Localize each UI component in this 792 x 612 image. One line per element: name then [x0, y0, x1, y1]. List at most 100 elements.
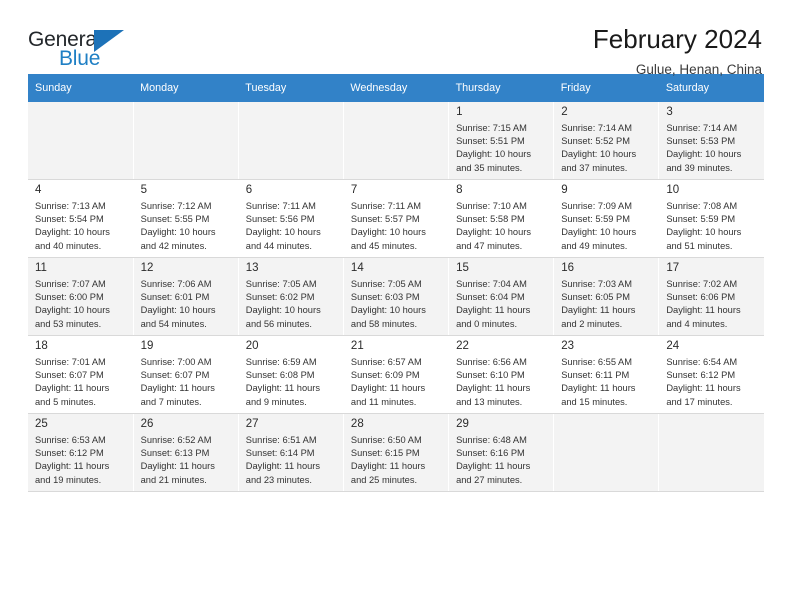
- calendar-day-cell[interactable]: 25 Sunrise: 6:53 AM Sunset: 6:12 PM Dayligh…: [28, 413, 134, 493]
- sunset-text: Sunset: 6:00 PM: [35, 291, 104, 302]
- day-number: 2: [561, 106, 568, 118]
- day-cell-content: 7 Sunrise: 7:11 AM Sunset: 5:57 PM Daylight…: [344, 180, 448, 257]
- day-number: 20: [245, 340, 259, 353]
- daylight-text-line2: and 40 minutes.: [35, 240, 102, 251]
- calendar-day-cell[interactable]: 29 Sunrise: 6:48 AM Sunset: 6:16 PM Dayligh…: [448, 413, 555, 493]
- daylight-text-line1: Daylight: 11 hours: [245, 383, 321, 394]
- sunset-text: Sunset: 5:59 PM: [666, 213, 736, 224]
- daylight-text-line1: Daylight: 10 hours: [350, 227, 426, 238]
- calendar-day-cell[interactable]: 10 Sunrise: 7:08 AM Sunset: 5:59 PM Dayligh…: [658, 179, 764, 259]
- daylight-text-line1: Daylight: 11 hours: [140, 383, 215, 394]
- calendar-day-cell[interactable]: 23 Sunrise: 6:55 AM Sunset: 6:11 PM Dayligh…: [553, 335, 660, 415]
- logo-text-blue: Blue: [59, 47, 101, 70]
- calendar-week-row: 18 Sunrise: 7:01 AM Sunset: 6:07 PM Dayligh…: [28, 335, 764, 415]
- sunset-text: Sunset: 6:07 PM: [140, 369, 210, 380]
- weekday-header-thursday: Thursday: [448, 74, 554, 102]
- sunset-text: Sunset: 6:09 PM: [350, 369, 420, 380]
- calendar-week-row: 25 Sunrise: 6:53 AM Sunset: 6:12 PM Dayligh…: [28, 413, 764, 493]
- sunrise-text: Sunrise: 7:06 AM: [140, 278, 212, 289]
- day-number: 21: [350, 340, 364, 353]
- day-cell-content: 10 Sunrise: 7:08 AM Sunset: 5:59 PM Dayligh…: [659, 180, 764, 257]
- daylight-text-line1: Daylight: 11 hours: [350, 461, 426, 472]
- daylight-text-line1: Daylight: 10 hours: [666, 149, 742, 160]
- calendar-empty-cell: [238, 102, 344, 181]
- day-cell-content: 29 Sunrise: 6:48 AM Sunset: 6:16 PM Dayligh…: [449, 414, 553, 491]
- sunset-text: Sunset: 6:13 PM: [140, 447, 210, 458]
- day-number: 13: [245, 262, 259, 275]
- calendar-day-cell[interactable]: 7 Sunrise: 7:11 AM Sunset: 5:57 PM Daylight…: [343, 179, 450, 259]
- daylight-text-line1: Daylight: 10 hours: [245, 305, 321, 316]
- daylight-text-line1: Daylight: 11 hours: [35, 461, 110, 472]
- calendar-day-cell[interactable]: 27 Sunrise: 6:51 AM Sunset: 6:14 PM Dayligh…: [238, 413, 344, 493]
- day-cell-content: 4 Sunrise: 7:13 AM Sunset: 5:54 PM Daylight…: [28, 180, 133, 257]
- day-number: 15: [456, 262, 469, 275]
- day-cell-content: 23 Sunrise: 6:55 AM Sunset: 6:11 PM Dayligh…: [554, 336, 658, 413]
- daylight-text-line2: and 0 minutes.: [456, 318, 518, 329]
- title-block: February 2024 Gulue, Henan, China: [593, 25, 764, 78]
- day-number: 16: [561, 262, 574, 275]
- sunset-text: Sunset: 5:53 PM: [666, 135, 736, 146]
- calendar-day-cell[interactable]: 5 Sunrise: 7:12 AM Sunset: 5:55 PM Daylight…: [133, 179, 239, 259]
- daylight-text-line2: and 9 minutes.: [245, 396, 307, 407]
- calendar-empty-cell: [28, 102, 134, 181]
- calendar-day-cell[interactable]: 2 Sunrise: 7:14 AM Sunset: 5:52 PM Daylight…: [553, 102, 660, 181]
- day-cell-content: 1 Sunrise: 7:15 AM Sunset: 5:51 PM Daylight…: [449, 102, 553, 179]
- daylight-text-line2: and 25 minutes.: [350, 474, 418, 485]
- calendar-header-row: Sunday Monday Tuesday Wednesday Thursday…: [28, 74, 764, 102]
- calendar-day-cell[interactable]: 18 Sunrise: 7:01 AM Sunset: 6:07 PM Dayligh…: [28, 335, 134, 415]
- sunrise-text: Sunrise: 7:09 AM: [561, 200, 633, 211]
- calendar-day-cell[interactable]: 15 Sunrise: 7:04 AM Sunset: 6:04 PM Dayligh…: [448, 257, 555, 337]
- daylight-text-line2: and 2 minutes.: [561, 318, 623, 329]
- sunrise-text: Sunrise: 7:07 AM: [35, 278, 106, 289]
- calendar-day-cell[interactable]: 16 Sunrise: 7:03 AM Sunset: 6:05 PM Dayligh…: [553, 257, 660, 337]
- daylight-text-line2: and 58 minutes.: [350, 318, 418, 329]
- calendar-page: General Blue February 2024 Gulue, Henan,…: [0, 0, 792, 612]
- calendar-day-cell[interactable]: 19 Sunrise: 7:00 AM Sunset: 6:07 PM Dayligh…: [133, 335, 239, 415]
- daylight-text-line2: and 27 minutes.: [456, 474, 523, 485]
- day-number: 5: [140, 184, 148, 197]
- calendar-day-cell[interactable]: 1 Sunrise: 7:15 AM Sunset: 5:51 PM Daylight…: [448, 102, 555, 181]
- calendar-day-cell[interactable]: 4 Sunrise: 7:13 AM Sunset: 5:54 PM Daylight…: [28, 179, 134, 259]
- daylight-text-line2: and 39 minutes.: [666, 162, 733, 173]
- calendar-day-cell[interactable]: 17 Sunrise: 7:02 AM Sunset: 6:06 PM Dayligh…: [658, 257, 764, 337]
- calendar-week-row: 11 Sunrise: 7:07 AM Sunset: 6:00 PM Dayligh…: [28, 257, 764, 337]
- general-blue-logo[interactable]: General Blue: [28, 26, 138, 72]
- calendar-day-cell[interactable]: 13 Sunrise: 7:05 AM Sunset: 6:02 PM Dayligh…: [238, 257, 344, 337]
- daylight-text-line1: Daylight: 10 hours: [456, 227, 531, 238]
- day-number: 24: [666, 340, 680, 353]
- calendar-day-cell[interactable]: 12 Sunrise: 7:06 AM Sunset: 6:01 PM Dayligh…: [133, 257, 239, 337]
- calendar-day-cell[interactable]: 6 Sunrise: 7:11 AM Sunset: 5:56 PM Daylight…: [238, 179, 344, 259]
- daylight-text-line1: Daylight: 11 hours: [561, 305, 636, 316]
- day-number: 7: [350, 184, 358, 197]
- sunset-text: Sunset: 5:59 PM: [561, 213, 630, 224]
- sunset-text: Sunset: 6:05 PM: [561, 291, 630, 302]
- day-cell-content: 17 Sunrise: 7:02 AM Sunset: 6:06 PM Dayligh…: [659, 258, 764, 335]
- calendar-day-cell[interactable]: 22 Sunrise: 6:56 AM Sunset: 6:10 PM Dayligh…: [448, 335, 555, 415]
- calendar-day-cell[interactable]: 11 Sunrise: 7:07 AM Sunset: 6:00 PM Dayligh…: [28, 257, 134, 337]
- calendar-day-cell[interactable]: 28 Sunrise: 6:50 AM Sunset: 6:15 PM Dayligh…: [343, 413, 450, 493]
- calendar-week-row: 4 Sunrise: 7:13 AM Sunset: 5:54 PM Daylight…: [28, 179, 764, 259]
- sunrise-text: Sunrise: 7:05 AM: [245, 278, 317, 289]
- calendar-day-cell[interactable]: 20 Sunrise: 6:59 AM Sunset: 6:08 PM Dayligh…: [238, 335, 344, 415]
- sunrise-text: Sunrise: 6:52 AM: [140, 434, 212, 445]
- calendar-day-cell[interactable]: 3 Sunrise: 7:14 AM Sunset: 5:53 PM Daylight…: [658, 102, 764, 181]
- sunset-text: Sunset: 6:15 PM: [350, 447, 420, 458]
- sunrise-text: Sunrise: 7:13 AM: [35, 200, 106, 211]
- sunrise-text: Sunrise: 7:08 AM: [666, 200, 738, 211]
- calendar-day-cell[interactable]: 14 Sunrise: 7:05 AM Sunset: 6:03 PM Dayligh…: [343, 257, 450, 337]
- daylight-text-line2: and 4 minutes.: [666, 318, 728, 329]
- calendar-day-cell[interactable]: 21 Sunrise: 6:57 AM Sunset: 6:09 PM Dayligh…: [343, 335, 450, 415]
- day-cell-content: 16 Sunrise: 7:03 AM Sunset: 6:05 PM Dayligh…: [554, 258, 658, 335]
- day-number: 25: [35, 418, 48, 431]
- daylight-text-line2: and 44 minutes.: [245, 240, 312, 251]
- day-number: 26: [140, 418, 154, 431]
- sunset-text: Sunset: 6:06 PM: [666, 291, 736, 302]
- calendar-day-cell[interactable]: 8 Sunrise: 7:10 AM Sunset: 5:58 PM Daylight…: [448, 179, 555, 259]
- page-subtitle: Gulue, Henan, China: [635, 62, 762, 78]
- calendar-day-cell[interactable]: 9 Sunrise: 7:09 AM Sunset: 5:59 PM Daylight…: [553, 179, 660, 259]
- calendar-day-cell[interactable]: 26 Sunrise: 6:52 AM Sunset: 6:13 PM Dayligh…: [133, 413, 239, 493]
- sunrise-text: Sunrise: 6:54 AM: [666, 356, 738, 367]
- sunrise-text: Sunrise: 6:57 AM: [350, 356, 422, 367]
- calendar-day-cell[interactable]: 24 Sunrise: 6:54 AM Sunset: 6:12 PM Dayligh…: [658, 335, 764, 415]
- daylight-text-line2: and 23 minutes.: [245, 474, 312, 485]
